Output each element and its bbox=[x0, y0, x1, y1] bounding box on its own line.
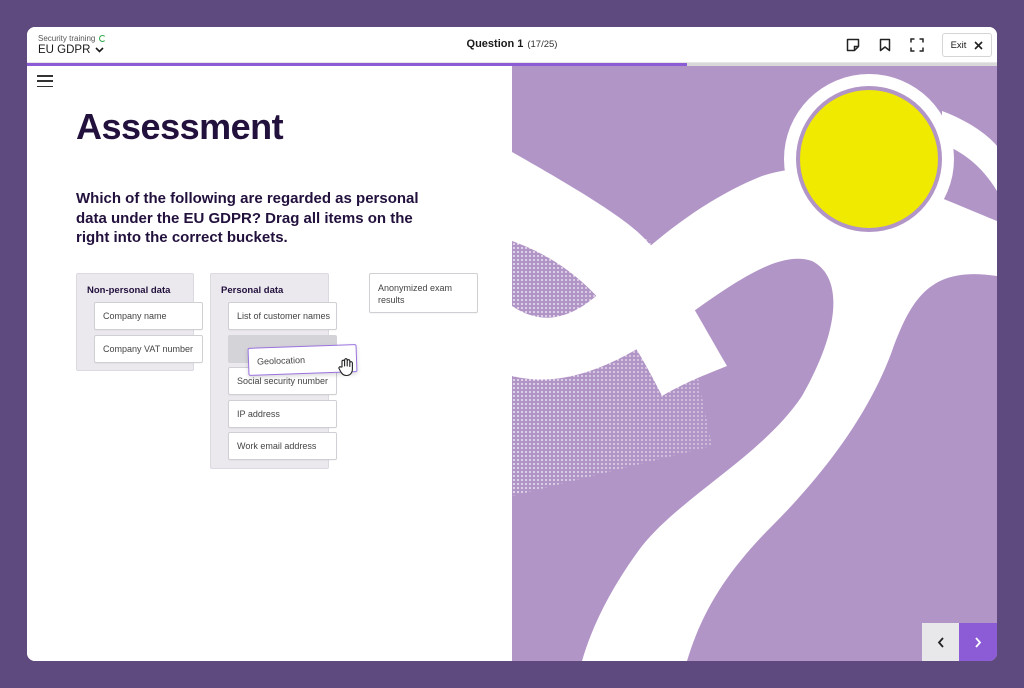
drag-card[interactable]: List of customer names bbox=[228, 302, 337, 330]
bucket-non-personal[interactable]: Non-personal data Company name Company V… bbox=[76, 273, 203, 371]
question-count: (17/25) bbox=[527, 39, 558, 50]
drag-card[interactable]: Work email address bbox=[228, 432, 337, 460]
bookmark-icon bbox=[879, 38, 891, 52]
note-button[interactable] bbox=[844, 36, 862, 54]
question-prompt: Which of the following are regarded as p… bbox=[76, 190, 419, 246]
fullscreen-icon bbox=[910, 38, 924, 52]
chevron-left-icon bbox=[937, 636, 944, 648]
bucket-title: Non-personal data bbox=[87, 285, 171, 296]
close-icon bbox=[974, 40, 983, 50]
previous-button[interactable] bbox=[922, 623, 960, 661]
drag-card[interactable]: Company VAT number bbox=[94, 335, 203, 363]
exit-label: Exit bbox=[950, 39, 967, 51]
drag-card-unsorted[interactable]: Anonymized exam results bbox=[369, 273, 478, 313]
note-icon bbox=[846, 38, 860, 52]
decorative-illustration bbox=[512, 74, 997, 661]
drag-card[interactable]: Company name bbox=[94, 302, 203, 330]
question-pane: Assessment Which of the following are re… bbox=[27, 66, 512, 661]
exit-button[interactable]: Exit bbox=[942, 33, 992, 57]
bookmark-button[interactable] bbox=[876, 36, 894, 54]
illustration-panel bbox=[512, 66, 997, 661]
chevron-right-icon bbox=[975, 636, 982, 648]
top-bar: Security training EU GDPR Question 1 (17/… bbox=[27, 27, 997, 63]
drag-card[interactable]: IP address bbox=[228, 400, 337, 428]
menu-icon[interactable] bbox=[37, 74, 53, 88]
question-label: Question 1 bbox=[466, 38, 524, 50]
next-button[interactable] bbox=[959, 623, 997, 661]
app-window: Security training EU GDPR Question 1 (17/… bbox=[27, 27, 997, 661]
fullscreen-button[interactable] bbox=[908, 36, 926, 54]
page-title: Assessment bbox=[76, 106, 284, 147]
bucket-title: Personal data bbox=[221, 285, 284, 296]
grab-hand-icon bbox=[338, 358, 353, 377]
